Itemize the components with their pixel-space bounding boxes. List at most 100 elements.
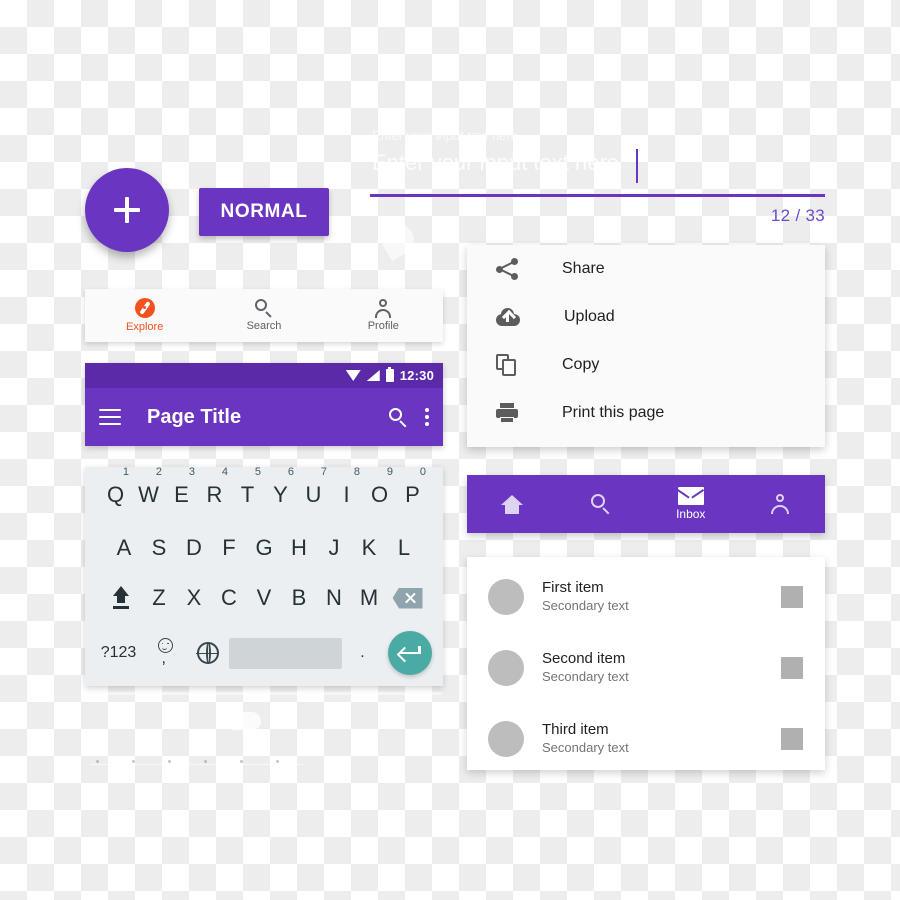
- search-icon[interactable]: [389, 407, 408, 427]
- text-input-value: Enter your input text here: [372, 150, 620, 175]
- app-bar: 12:30 Page Title: [85, 363, 443, 446]
- key-r[interactable]: 4R: [198, 466, 231, 508]
- key-w-letter: W: [138, 482, 159, 507]
- key-o-letter: O: [370, 482, 389, 507]
- bottom-nav-inbox[interactable]: Inbox: [646, 475, 736, 533]
- key-m[interactable]: M: [352, 585, 387, 611]
- space-key[interactable]: [228, 637, 342, 669]
- on-screen-keyboard: 1Q 2W 3E 4R 5T 6Y 7U 8I 9O 0P A S D F G …: [85, 466, 443, 686]
- key-q-letter: Q: [106, 482, 125, 507]
- cloud-upload-icon: [496, 308, 520, 326]
- period-key[interactable]: .: [342, 644, 384, 662]
- bottom-nav-profile[interactable]: [736, 475, 826, 533]
- menu-item-print-label: Print this page: [562, 404, 665, 421]
- list-item-secondary: Secondary text: [542, 669, 629, 684]
- key-z[interactable]: Z: [142, 585, 177, 611]
- key-p[interactable]: 0P: [396, 466, 429, 508]
- text-input-label: Enter your input text here: [372, 128, 518, 143]
- key-q-number: 1: [122, 466, 129, 478]
- key-f[interactable]: F: [212, 535, 247, 561]
- comma-emoji-key[interactable]: ,: [145, 638, 187, 668]
- key-s[interactable]: S: [142, 535, 177, 561]
- list-item-primary: Second item: [542, 650, 626, 667]
- tab-profile[interactable]: Profile: [324, 289, 443, 342]
- keyboard-row-4: ?123 , .: [85, 623, 443, 683]
- key-o-number: 9: [386, 466, 393, 478]
- enter-return-icon: [387, 631, 432, 675]
- list-item-meta-square[interactable]: [781, 656, 803, 679]
- shift-key[interactable]: [100, 586, 142, 610]
- list-item[interactable]: Second item Secondary text: [467, 632, 825, 703]
- text-caret: [636, 149, 638, 183]
- wifi-icon: [345, 370, 361, 381]
- home-icon: [500, 494, 523, 514]
- key-t[interactable]: 5T: [231, 466, 264, 508]
- list-item[interactable]: First item Secondary text: [467, 561, 825, 632]
- key-r-letter: R: [206, 482, 223, 507]
- key-c[interactable]: C: [212, 585, 247, 611]
- key-y[interactable]: 6Y: [264, 466, 297, 508]
- menu-item-print[interactable]: Print this page: [467, 389, 825, 437]
- list-item-secondary: Secondary text: [542, 598, 629, 613]
- person-icon: [374, 299, 392, 318]
- keyboard-row-1: 1Q 2W 3E 4R 5T 6Y 7U 8I 9O 0P: [85, 466, 443, 523]
- backspace-key[interactable]: [387, 587, 429, 609]
- overflow-menu-icon[interactable]: [425, 408, 429, 426]
- key-p-number: 0: [419, 466, 426, 478]
- menu-item-share[interactable]: Share: [467, 245, 825, 293]
- key-d[interactable]: D: [177, 535, 212, 561]
- key-y-number: 6: [287, 466, 294, 478]
- context-menu-card: Share Upload Copy Print this page: [467, 245, 825, 447]
- key-i-number: 8: [353, 466, 360, 478]
- ghost-pill-shape: [225, 712, 261, 730]
- text-input-field[interactable]: Enter your input text here Enter your in…: [370, 128, 825, 228]
- key-t-number: 5: [254, 466, 261, 478]
- key-u-number: 7: [320, 466, 327, 478]
- language-key[interactable]: [187, 641, 229, 664]
- key-a[interactable]: A: [107, 535, 142, 561]
- enter-key[interactable]: [384, 631, 436, 675]
- hamburger-menu-icon[interactable]: [99, 409, 121, 425]
- normal-button[interactable]: NORMAL: [199, 188, 329, 236]
- list-item-meta-square[interactable]: [781, 585, 803, 608]
- list-item-text: First item Secondary text: [542, 578, 781, 615]
- tab-explore[interactable]: Explore: [85, 289, 204, 342]
- key-w[interactable]: 2W: [132, 466, 165, 508]
- ghost-dots: [96, 760, 306, 765]
- key-l[interactable]: L: [387, 535, 422, 561]
- page-title: Page Title: [147, 405, 242, 428]
- menu-item-copy[interactable]: Copy: [467, 341, 825, 389]
- floating-action-button[interactable]: [85, 168, 169, 252]
- key-i-letter: I: [343, 482, 350, 507]
- list-item-meta-square[interactable]: [781, 727, 803, 750]
- key-q[interactable]: 1Q: [99, 466, 132, 508]
- key-v[interactable]: V: [247, 585, 282, 611]
- tab-search[interactable]: Search: [204, 289, 323, 342]
- bottom-nav-home[interactable]: [467, 475, 557, 533]
- key-i[interactable]: 8I: [330, 466, 363, 508]
- list-item[interactable]: Third item Secondary text: [467, 703, 825, 774]
- key-g[interactable]: G: [247, 535, 282, 561]
- symbols-key[interactable]: ?123: [93, 644, 145, 662]
- menu-item-upload[interactable]: Upload: [467, 293, 825, 341]
- key-e[interactable]: 3E: [165, 466, 198, 508]
- key-h[interactable]: H: [282, 535, 317, 561]
- key-t-letter: T: [240, 482, 255, 507]
- bottom-nav-search[interactable]: [557, 475, 647, 533]
- person-icon: [770, 494, 790, 514]
- keyboard-row-2: A S D F G H J K L: [85, 523, 443, 573]
- key-n[interactable]: N: [317, 585, 352, 611]
- key-j[interactable]: J: [317, 535, 352, 561]
- character-counter: 12 / 33: [770, 206, 825, 225]
- list-card: First item Secondary text Second item Se…: [467, 557, 825, 770]
- key-b[interactable]: B: [282, 585, 317, 611]
- menu-item-upload-label: Upload: [564, 308, 615, 325]
- normal-button-label: NORMAL: [220, 201, 308, 222]
- key-x[interactable]: X: [177, 585, 212, 611]
- globe-language-icon: [196, 641, 219, 664]
- keyboard-row-3: Z X C V B N M: [85, 573, 443, 623]
- list-item-primary: First item: [542, 579, 604, 596]
- key-k[interactable]: K: [352, 535, 387, 561]
- key-o[interactable]: 9O: [363, 466, 396, 508]
- key-u[interactable]: 7U: [297, 466, 330, 508]
